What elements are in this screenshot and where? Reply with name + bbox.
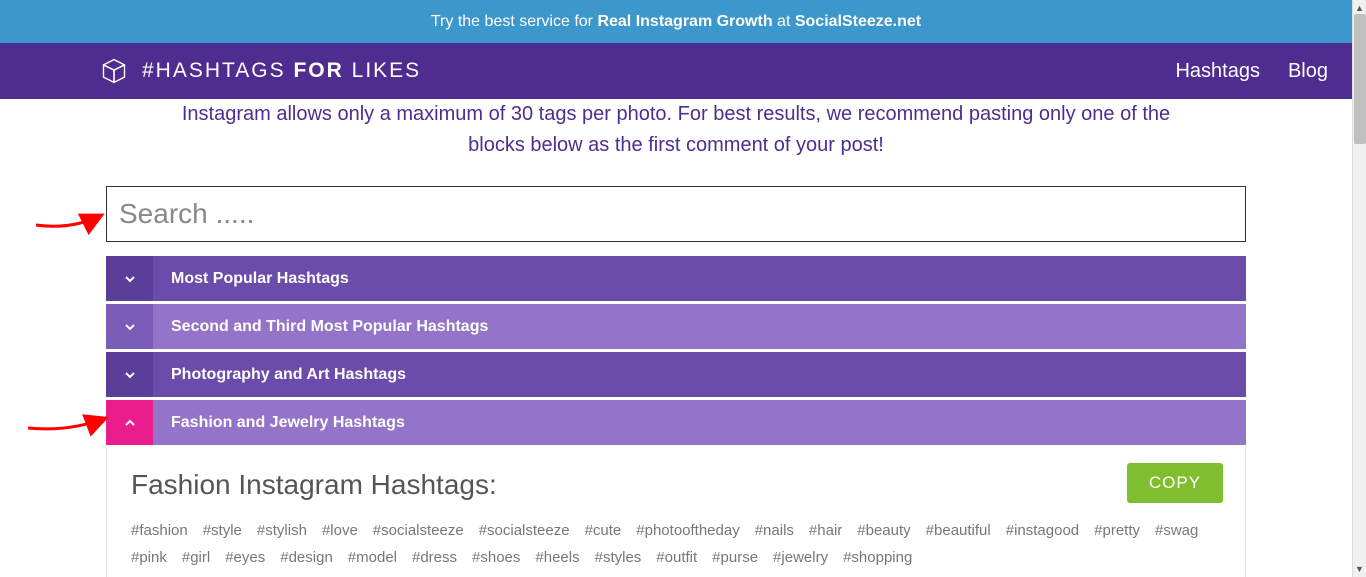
accordion: Most Popular Hashtags Second and Third M… — [106, 256, 1246, 577]
hashtag: #pink — [131, 544, 167, 571]
hashtag: #pretty — [1094, 517, 1140, 544]
hashtag: #eyes — [225, 544, 265, 571]
chevron-down-icon — [106, 304, 153, 349]
main-navbar: #HASHTAGS FOR LIKES Hashtags Blog — [0, 43, 1352, 99]
hashtag: #heels — [535, 544, 579, 571]
panel-title: Fashion Instagram Hashtags: — [131, 469, 1221, 501]
intro-text: Instagram allows only a maximum of 30 ta… — [106, 99, 1246, 186]
page-scroll[interactable]: Try the best service for Real Instagram … — [0, 0, 1352, 577]
cube-icon — [100, 57, 128, 85]
hashtag: #cute — [585, 517, 622, 544]
chevron-down-icon — [106, 256, 153, 301]
scrollbar-thumb[interactable] — [1354, 14, 1366, 144]
banner-text: Try the best service for Real Instagram … — [431, 13, 921, 30]
hashtag: #style — [203, 517, 242, 544]
accordion-header-photography[interactable]: Photography and Art Hashtags — [106, 352, 1246, 397]
hashtag: #beauty — [857, 517, 910, 544]
hashtag: #design — [280, 544, 333, 571]
hashtag: #fashion — [131, 517, 188, 544]
chevron-up-icon — [106, 400, 153, 445]
accordion-panel-fashion: COPY Fashion Instagram Hashtags: #fashio… — [106, 445, 1246, 577]
hashtag: #nails — [755, 517, 794, 544]
hashtag: #shopping — [843, 544, 912, 571]
hashtag: #beautiful — [926, 517, 991, 544]
hashtag: #outfit — [656, 544, 697, 571]
accordion-label: Most Popular Hashtags — [153, 256, 1246, 301]
accordion-label: Fashion and Jewelry Hashtags — [153, 400, 1246, 445]
hashtag: #instagood — [1006, 517, 1079, 544]
search-input[interactable] — [106, 186, 1246, 242]
hashtag: #socialsteeze — [373, 517, 464, 544]
hashtag: #jewelry — [773, 544, 828, 571]
hashtag-list: #fashion #style #stylish #love #socialsteeze… — [131, 517, 1221, 577]
hashtag: #model — [348, 544, 397, 571]
scroll-down-icon[interactable]: ▼ — [1355, 561, 1364, 577]
accordion-header-second-third[interactable]: Second and Third Most Popular Hashtags — [106, 304, 1246, 349]
hashtag: #purse — [712, 544, 758, 571]
nav-links: Hashtags Blog — [1175, 60, 1328, 83]
hashtag: #styles — [595, 544, 642, 571]
accordion-label: Photography and Art Hashtags — [153, 352, 1246, 397]
promo-banner[interactable]: Try the best service for Real Instagram … — [0, 0, 1352, 43]
hashtag: #hair — [809, 517, 842, 544]
nav-hashtags[interactable]: Hashtags — [1175, 60, 1260, 83]
accordion-label: Second and Third Most Popular Hashtags — [153, 304, 1246, 349]
hashtag: #dress — [412, 544, 457, 571]
brand-text: #HASHTAGS FOR LIKES — [142, 59, 421, 83]
hashtag: #stylish — [257, 517, 307, 544]
hashtag: #shoes — [472, 544, 520, 571]
hashtag: #swag — [1155, 517, 1198, 544]
accordion-header-most-popular[interactable]: Most Popular Hashtags — [106, 256, 1246, 301]
nav-blog[interactable]: Blog — [1288, 60, 1328, 83]
accordion-header-fashion[interactable]: Fashion and Jewelry Hashtags — [106, 400, 1246, 445]
chevron-down-icon — [106, 352, 153, 397]
vertical-scrollbar[interactable]: ▲ ▼ — [1352, 0, 1366, 577]
hashtag: #photooftheday — [636, 517, 739, 544]
hashtag: #socialsteeze — [479, 517, 570, 544]
brand[interactable]: #HASHTAGS FOR LIKES — [100, 57, 421, 85]
hashtag: #love — [322, 517, 358, 544]
copy-button[interactable]: COPY — [1127, 463, 1223, 503]
hashtag: #girl — [182, 544, 210, 571]
